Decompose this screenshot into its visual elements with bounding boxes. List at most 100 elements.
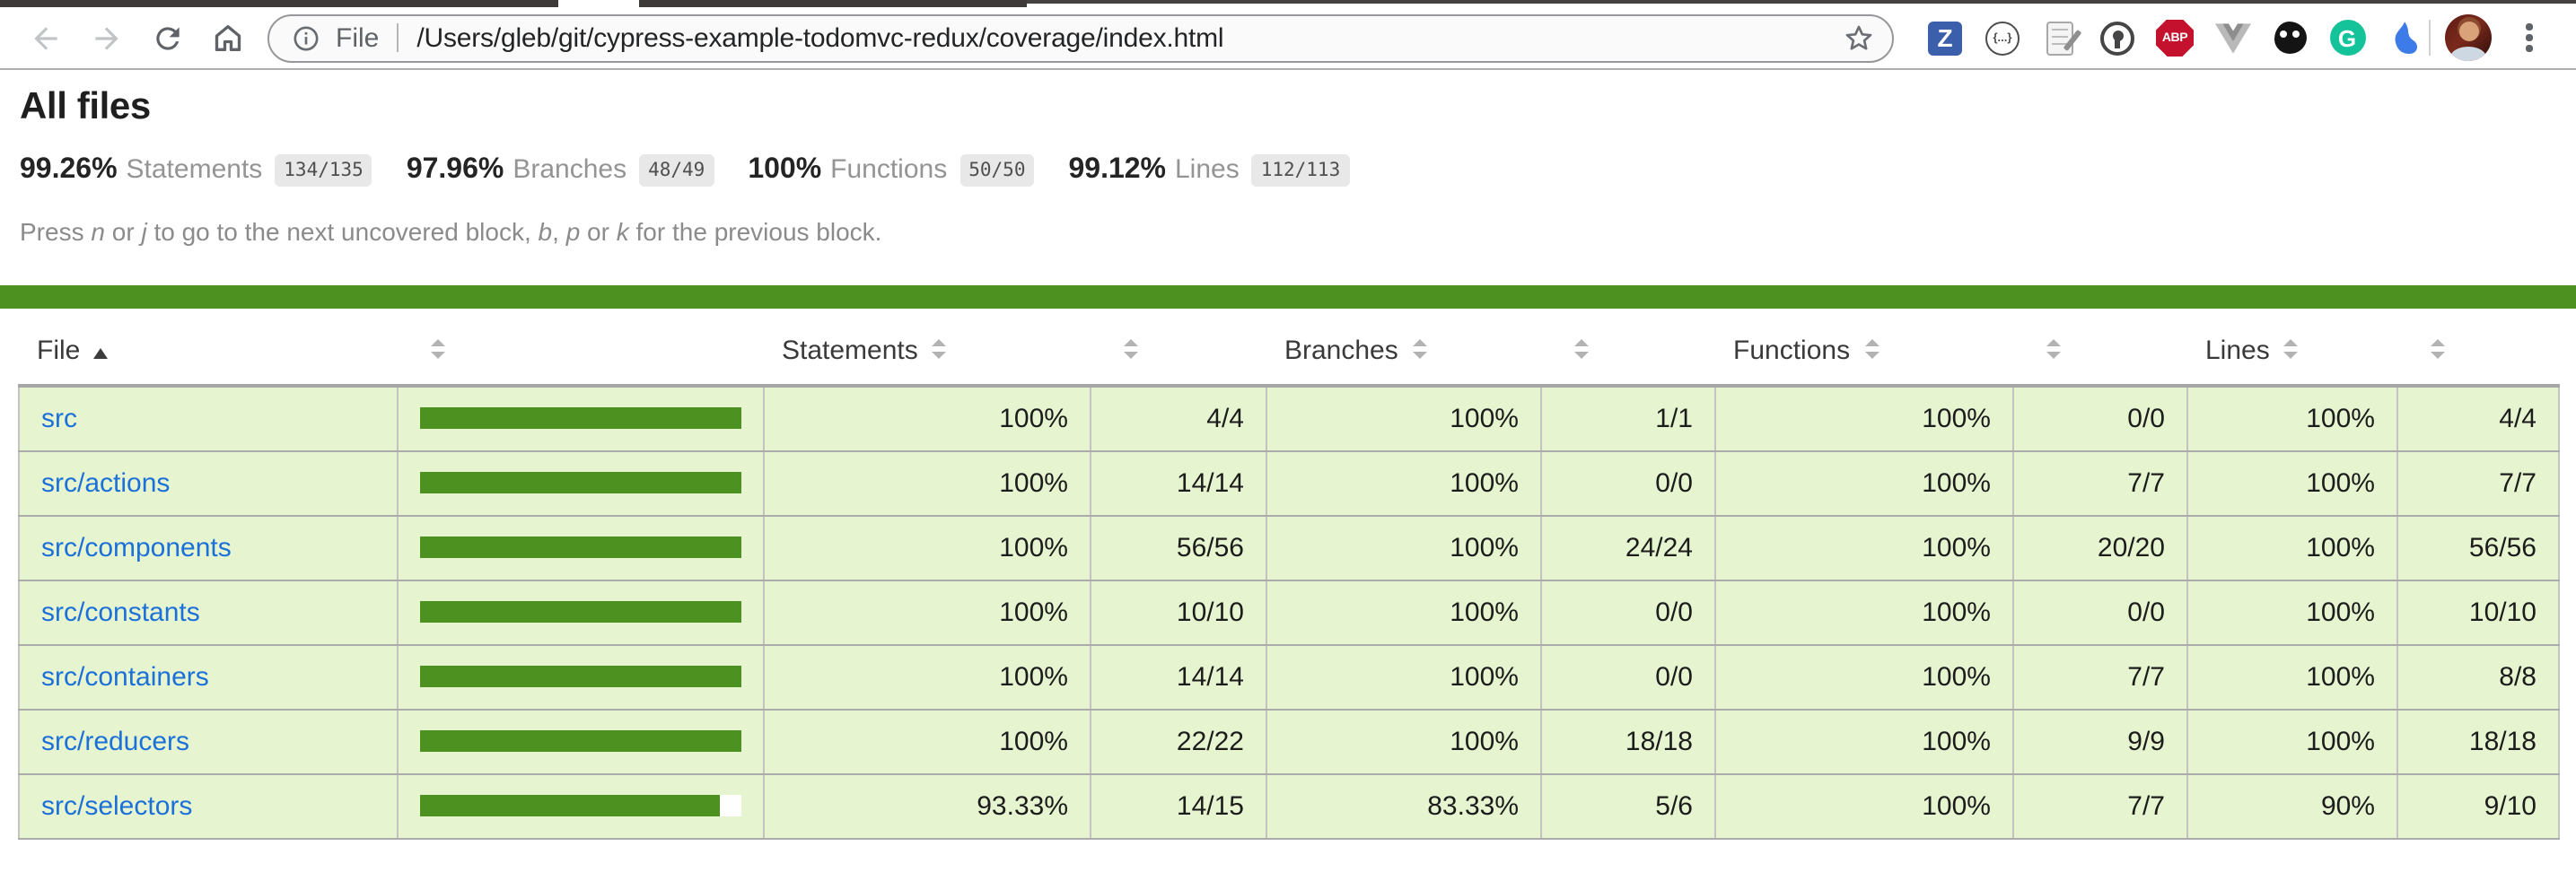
sort-toggle-icon[interactable] bbox=[933, 339, 947, 359]
extension-adblock-button[interactable]: ABP bbox=[2156, 19, 2194, 57]
branches-fraction-badge: 48/49 bbox=[639, 154, 714, 187]
page-title: All files bbox=[20, 86, 2576, 129]
functions-pct-cell: 100% bbox=[1715, 644, 2013, 709]
extension-z-button[interactable]: Z bbox=[1926, 19, 1964, 57]
sort-toggle-icon[interactable] bbox=[1123, 339, 1137, 359]
lines-fraction-cell: 9/10 bbox=[2397, 773, 2559, 838]
file-link[interactable]: src/actions bbox=[41, 467, 170, 498]
back-button[interactable] bbox=[23, 16, 66, 59]
branches-pct-cell: 100% bbox=[1266, 709, 1541, 773]
sort-toggle-icon[interactable] bbox=[2046, 339, 2060, 359]
bookmark-star-icon[interactable] bbox=[1842, 21, 1876, 55]
branches-pct-cell: 100% bbox=[1266, 450, 1541, 515]
file-link[interactable]: src/selectors bbox=[41, 790, 192, 821]
functions-fraction-cell: 9/9 bbox=[2013, 709, 2187, 773]
table-header-row: File Statements Branches Functions Lines bbox=[19, 309, 2559, 386]
functions-pct-cell: 100% bbox=[1715, 450, 2013, 515]
col-functions-header[interactable]: Functions bbox=[1715, 309, 2013, 386]
col-branches-fraction-header[interactable] bbox=[1541, 309, 1715, 386]
col-chart-header[interactable] bbox=[398, 309, 764, 386]
sort-toggle-icon[interactable] bbox=[1573, 339, 1588, 359]
coverage-bar-cell bbox=[398, 515, 764, 580]
extension-row: Z {...} ABP G bbox=[1926, 19, 2423, 57]
branches-pct-cell: 100% bbox=[1266, 644, 1541, 709]
table-row: src/components 100% 56/56 100% 24/24 100… bbox=[19, 515, 2559, 580]
page-info-icon[interactable] bbox=[291, 22, 321, 53]
file-link[interactable]: src/reducers bbox=[41, 726, 189, 756]
url-text[interactable]: /Users/gleb/git/cypress-example-todomvc-… bbox=[416, 22, 1842, 53]
coverage-summary: 99.26% Statements 134/135 97.96% Branche… bbox=[20, 154, 2576, 188]
functions-fraction-badge: 50/50 bbox=[959, 154, 1034, 187]
col-file-header[interactable]: File bbox=[19, 309, 398, 386]
extension-1password-button[interactable] bbox=[2098, 19, 2136, 57]
statements-fraction-cell: 14/15 bbox=[1091, 773, 1266, 838]
col-branches-header[interactable]: Branches bbox=[1266, 309, 1541, 386]
extension-grammarly-button[interactable]: G bbox=[2328, 19, 2366, 57]
arrow-right-icon bbox=[89, 21, 123, 55]
file-link[interactable]: src/containers bbox=[41, 661, 209, 692]
col-functions-fraction-header[interactable] bbox=[2013, 309, 2187, 386]
statements-fraction-cell: 10/10 bbox=[1091, 580, 1266, 644]
statements-fraction-cell: 4/4 bbox=[1091, 386, 1266, 450]
sort-toggle-icon[interactable] bbox=[2284, 339, 2299, 359]
functions-label: Functions bbox=[830, 154, 947, 185]
functions-fraction-cell: 0/0 bbox=[2013, 580, 2187, 644]
functions-pct-cell: 100% bbox=[1715, 515, 2013, 580]
home-button[interactable] bbox=[206, 16, 250, 59]
branches-fraction-cell: 1/1 bbox=[1541, 386, 1715, 450]
extension-vue-devtools-button[interactable] bbox=[2213, 19, 2251, 57]
extension-kuker-button[interactable] bbox=[2271, 19, 2309, 57]
file-link[interactable]: src bbox=[41, 404, 77, 434]
file-cell: src/actions bbox=[19, 450, 398, 515]
sort-toggle-icon[interactable] bbox=[1413, 339, 1427, 359]
file-link[interactable]: src/components bbox=[41, 532, 232, 563]
url-scheme-label: File bbox=[336, 22, 379, 53]
extension-notes-button[interactable] bbox=[2041, 19, 2079, 57]
functions-fraction-cell: 7/7 bbox=[2013, 450, 2187, 515]
address-bar[interactable]: File /Users/gleb/git/cypress-example-tod… bbox=[267, 13, 1894, 62]
functions-pct-cell: 100% bbox=[1715, 386, 2013, 450]
col-lines-header[interactable]: Lines bbox=[2187, 309, 2397, 386]
col-lines-fraction-header[interactable] bbox=[2397, 309, 2559, 386]
functions-percentage: 100% bbox=[748, 154, 821, 187]
forward-button[interactable] bbox=[84, 16, 127, 59]
tab-strip-segment bbox=[639, 0, 1027, 7]
summary-statements: 99.26% Statements 134/135 bbox=[20, 154, 372, 188]
file-link[interactable]: src/constants bbox=[41, 597, 200, 627]
tab-strip bbox=[0, 0, 2576, 7]
sort-toggle-icon[interactable] bbox=[430, 339, 444, 359]
coverage-bar-fill bbox=[420, 666, 741, 687]
browser-menu-button[interactable] bbox=[2513, 18, 2545, 57]
coverage-bar-cell bbox=[398, 709, 764, 773]
extension-json-viewer-button[interactable]: {...} bbox=[1984, 19, 2021, 57]
col-statements-fraction-header[interactable] bbox=[1091, 309, 1266, 386]
coverage-bar bbox=[420, 601, 741, 623]
reload-button[interactable] bbox=[145, 16, 188, 59]
table-row: src/constants 100% 10/10 100% 0/0 100% 0… bbox=[19, 580, 2559, 644]
sort-toggle-icon[interactable] bbox=[1864, 339, 1879, 359]
coverage-bar bbox=[420, 666, 741, 687]
coverage-bar-fill bbox=[420, 408, 741, 430]
coverage-bar-fill bbox=[420, 536, 741, 558]
table-row: src/reducers 100% 22/22 100% 18/18 100% … bbox=[19, 709, 2559, 773]
branches-pct-cell: 100% bbox=[1266, 515, 1541, 580]
coverage-status-bar bbox=[0, 285, 2576, 309]
functions-pct-cell: 100% bbox=[1715, 709, 2013, 773]
col-statements-header[interactable]: Statements bbox=[764, 309, 1091, 386]
functions-pct-cell: 100% bbox=[1715, 773, 2013, 838]
coverage-report-page: All files 99.26% Statements 134/135 97.9… bbox=[0, 86, 2576, 839]
keyhole-icon bbox=[2100, 21, 2134, 55]
sort-toggle-icon[interactable] bbox=[2430, 339, 2444, 359]
summary-functions: 100% Functions 50/50 bbox=[748, 154, 1034, 188]
branches-label: Branches bbox=[513, 154, 626, 185]
file-cell: src/components bbox=[19, 515, 398, 580]
coverage-bar bbox=[420, 408, 741, 430]
branches-pct-cell: 100% bbox=[1266, 580, 1541, 644]
blue-flame-icon bbox=[2389, 19, 2420, 57]
profile-avatar[interactable] bbox=[2445, 14, 2492, 61]
extension-flame-button[interactable] bbox=[2386, 19, 2423, 57]
statements-fraction-cell: 14/14 bbox=[1091, 450, 1266, 515]
kebab-dot bbox=[2527, 35, 2533, 41]
kuker-blob-icon bbox=[2274, 22, 2306, 54]
coverage-bar-empty bbox=[720, 795, 741, 816]
